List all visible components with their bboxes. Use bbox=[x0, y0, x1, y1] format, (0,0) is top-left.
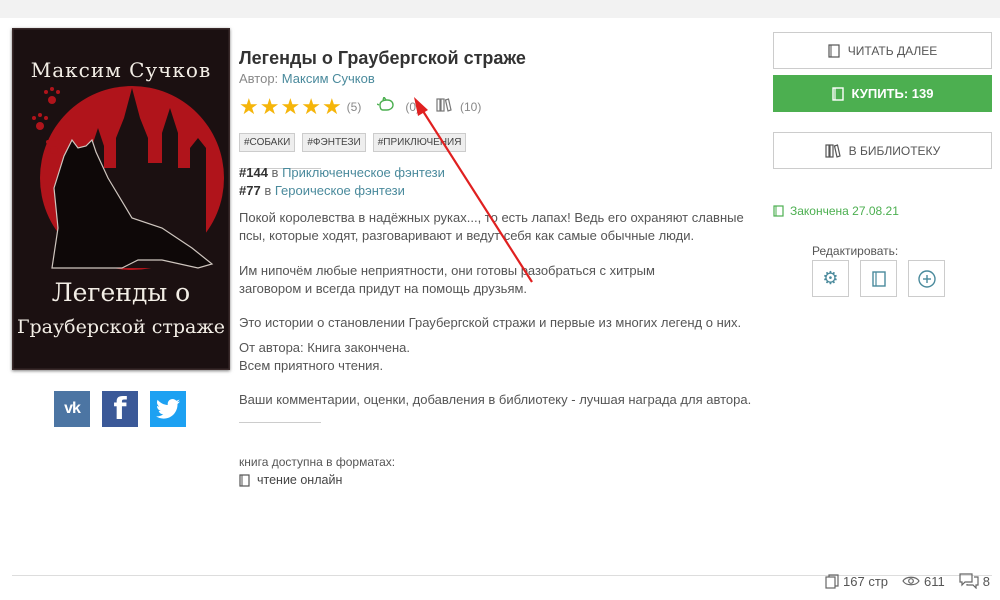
rank-line: #77 в Героическое фэнтези bbox=[239, 183, 405, 198]
views-count: 611 bbox=[924, 573, 945, 589]
add-to-library-label: В БИБЛИОТЕКУ bbox=[848, 143, 941, 158]
buy-button[interactable]: КУПИТЬ: 139 bbox=[773, 75, 992, 112]
format-online-label: чтение онлайн bbox=[257, 473, 343, 487]
description-paragraph: От автора: Книга закончена. Всем приятно… bbox=[239, 339, 410, 375]
description-line: От автора: Книга закончена. bbox=[239, 340, 411, 355]
book-icon bbox=[831, 86, 844, 101]
comments-count: 8 bbox=[982, 573, 990, 589]
tag-item[interactable]: #СОБАКИ bbox=[239, 133, 296, 152]
description-line: Покой королевства в надёжных руках..., т… bbox=[239, 210, 744, 225]
gear-icon: ⚙ bbox=[822, 268, 839, 288]
star-icon[interactable]: ★ bbox=[239, 96, 259, 118]
rank-in: в bbox=[271, 165, 279, 180]
description-paragraph: Им нипочём любые неприятности, они готов… bbox=[239, 262, 655, 298]
facebook-share-button[interactable]: f bbox=[102, 391, 138, 427]
books-icon bbox=[825, 143, 841, 158]
buy-label: КУПИТЬ: 139 bbox=[851, 86, 934, 101]
cover-title-line2: Грауберской страже bbox=[16, 316, 226, 338]
rank-genre-link[interactable]: Героическое фэнтези bbox=[275, 183, 405, 198]
rank-number: #77 bbox=[239, 183, 261, 198]
book-icon bbox=[773, 205, 784, 217]
cover-title-text: Легенды о Грауберской страже bbox=[12, 276, 230, 344]
rating-count: (5) bbox=[346, 100, 362, 114]
read-more-label: ЧИТАТЬ ДАЛЕЕ bbox=[847, 43, 938, 58]
pages-stat: 167 стр bbox=[825, 574, 888, 589]
rank-genre-link[interactable]: Приключенческое фэнтези bbox=[282, 165, 445, 180]
rank-number: #144 bbox=[239, 165, 268, 180]
star-icon[interactable]: ★ bbox=[260, 96, 280, 118]
comments-stat[interactable]: 8 bbox=[959, 573, 990, 589]
comments-icon bbox=[959, 573, 979, 589]
book-title: Легенды о Граубергской страже bbox=[239, 48, 526, 68]
likes-count: (0) bbox=[405, 100, 421, 114]
format-online-read[interactable]: чтение онлайн bbox=[239, 473, 342, 487]
completion-status: Закончена 27.08.21 bbox=[773, 204, 899, 218]
description-paragraph: Ваши комментарии, оценки, добавления в б… bbox=[239, 391, 751, 409]
book-stats: 167 стр 611 8 bbox=[825, 573, 990, 589]
vk-icon: vk bbox=[64, 400, 81, 417]
book-icon bbox=[871, 270, 886, 287]
star-icon[interactable]: ★ bbox=[322, 96, 342, 118]
tag-list: #СОБАКИ #ФЭНТЕЗИ #ПРИКЛЮЧЕНИЯ bbox=[239, 133, 467, 152]
author-label: Автор: bbox=[239, 71, 279, 86]
library-books-icon[interactable] bbox=[436, 97, 452, 118]
description-paragraph: Покой королевства в надёжных руках..., т… bbox=[239, 209, 744, 245]
star-icon[interactable]: ★ bbox=[301, 96, 321, 118]
pages-icon bbox=[825, 573, 839, 589]
views-stat: 611 bbox=[902, 574, 945, 589]
settings-button[interactable]: ⚙ bbox=[812, 260, 849, 297]
author-link[interactable]: Максим Сучков bbox=[282, 71, 375, 86]
tag-item[interactable]: #ФЭНТЕЗИ bbox=[302, 133, 366, 152]
read-more-button[interactable]: ЧИТАТЬ ДАЛЕЕ bbox=[773, 32, 992, 69]
completion-status-text: Закончена 27.08.21 bbox=[790, 204, 899, 218]
books-icon bbox=[436, 97, 452, 112]
formats-label: книга доступна в форматах: bbox=[239, 455, 396, 469]
description-line: Всем приятного чтения. bbox=[239, 358, 384, 373]
plus-circle-icon bbox=[917, 269, 936, 288]
like-icon[interactable] bbox=[377, 94, 395, 118]
description-line: Им нипочём любые неприятности, они готов… bbox=[239, 263, 655, 278]
rank-line: #144 в Приключенческое фэнтези bbox=[239, 165, 445, 180]
twitter-share-button[interactable] bbox=[150, 391, 186, 427]
facebook-icon: f bbox=[113, 391, 127, 427]
top-strip bbox=[0, 0, 1000, 18]
rank-in: в bbox=[264, 183, 272, 198]
book-icon bbox=[239, 473, 250, 487]
eye-icon bbox=[902, 576, 920, 586]
pages-count: 167 стр bbox=[843, 573, 889, 589]
description-paragraph: Это истории о становлении Граубергской с… bbox=[239, 314, 741, 332]
description-line: псы, которые ходят, разговаривают и веду… bbox=[239, 228, 695, 243]
edit-label: Редактировать: bbox=[812, 244, 899, 258]
book-card: Максим Сучков Легенды о Грауберской стра… bbox=[0, 18, 1000, 600]
rating-row: ★ ★ ★ ★ ★ (5) (0) (10) bbox=[239, 94, 482, 118]
library-count: (10) bbox=[460, 100, 482, 114]
add-to-library-button[interactable]: В БИБЛИОТЕКУ bbox=[773, 132, 992, 169]
tag-item[interactable]: #ПРИКЛЮЧЕНИЯ bbox=[372, 133, 467, 152]
cover-author-text: Максим Сучков bbox=[30, 58, 212, 82]
description-line: Ваши комментарии, оценки, добавления в б… bbox=[239, 392, 752, 407]
piggy-like-icon bbox=[377, 94, 395, 111]
add-chapter-button[interactable] bbox=[908, 260, 945, 297]
description-line: заговором и всегда придут на помощь друз… bbox=[239, 281, 528, 296]
vk-share-button[interactable]: vk bbox=[54, 391, 90, 427]
book-cover[interactable]: Максим Сучков Легенды о Грауберской стра… bbox=[12, 28, 230, 370]
twitter-icon bbox=[156, 399, 180, 419]
edit-book-button[interactable] bbox=[860, 260, 897, 297]
divider bbox=[239, 422, 321, 423]
star-icon[interactable]: ★ bbox=[280, 96, 300, 118]
social-share: vk f bbox=[54, 391, 186, 427]
description-line: Это истории о становлении Граубергской с… bbox=[239, 315, 742, 330]
author-line: Автор: Максим Сучков bbox=[239, 71, 375, 86]
cover-title-line1: Легенды о bbox=[51, 278, 191, 307]
book-icon bbox=[828, 43, 840, 58]
edit-buttons: ⚙ bbox=[812, 260, 945, 297]
